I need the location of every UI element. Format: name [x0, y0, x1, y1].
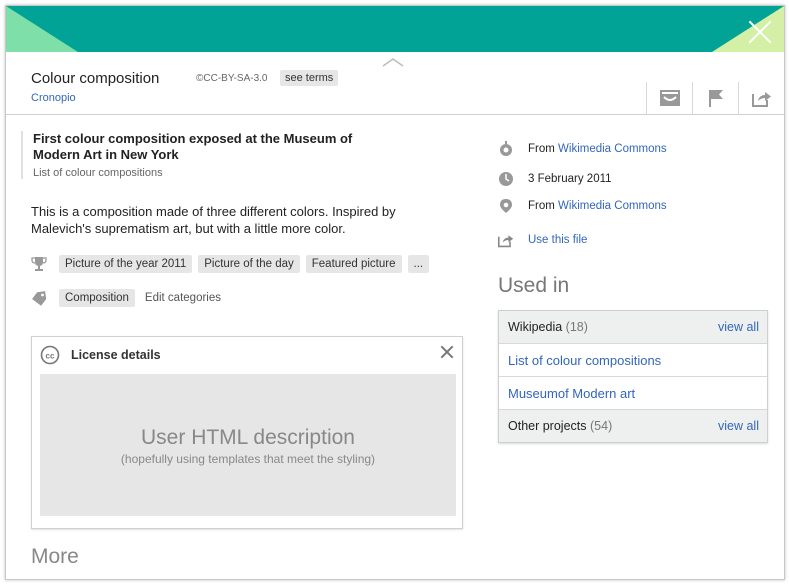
location-link[interactable]: Wikimedia Commons — [558, 200, 667, 212]
used-in-heading: Used in — [498, 274, 570, 297]
view-all-link[interactable]: view all — [718, 320, 759, 334]
location-row: From Wikimedia Commons — [498, 198, 667, 214]
page-title: Colour composition — [31, 70, 160, 87]
more-awards-button[interactable]: ... — [407, 255, 430, 273]
other-projects-header: Other projects (54) view all — [499, 410, 767, 442]
license-badge[interactable]: ©CC-BY-SA-3.0 — [196, 73, 267, 84]
used-in-panel: Wikipedia (18) view all List of colour c… — [498, 310, 768, 443]
description-text: This is a composition made of three diff… — [31, 204, 396, 236]
license-details-panel: cc License details User HTML description… — [31, 336, 463, 529]
metadata-header: Colour composition ©CC-BY-SA-3.0 see ter… — [6, 52, 784, 115]
categories-row: Composition Edit categories — [31, 289, 221, 307]
license-description-area: User HTML description (hopefully using t… — [40, 374, 456, 516]
placeholder-title: User HTML description — [141, 426, 355, 449]
usage-link[interactable]: Museumof Modern art — [508, 386, 635, 401]
award-tag[interactable]: Featured picture — [305, 255, 402, 273]
use-file-row: Use this file — [498, 232, 587, 248]
author-link[interactable]: Cronopio — [31, 92, 76, 104]
usage-link[interactable]: List of colour compositions — [508, 353, 661, 368]
clock-icon — [498, 171, 514, 187]
location-pin-icon — [498, 198, 514, 214]
source-link[interactable]: Wikimedia Commons — [558, 143, 667, 155]
awards-row: Picture of the year 2011 Picture of the … — [31, 255, 435, 273]
share-button[interactable] — [738, 82, 784, 114]
share-icon — [498, 232, 514, 248]
wikipedia-usage-header: Wikipedia (18) view all — [499, 311, 767, 344]
date-text: 3 February 2011 — [528, 173, 612, 185]
placeholder-subtitle: (hopefully using templates that meet the… — [120, 452, 376, 466]
award-tag[interactable]: Picture of the year 2011 — [59, 255, 193, 273]
view-all-link[interactable]: view all — [718, 419, 759, 433]
close-icon[interactable] — [748, 20, 772, 44]
category-tag[interactable]: Composition — [59, 289, 135, 307]
description-title: First colour composition exposed at the … — [33, 131, 353, 162]
list-item[interactable]: Museumof Modern art — [499, 377, 767, 410]
flag-icon — [708, 90, 723, 107]
more-heading: More — [31, 545, 79, 568]
tag-icon — [32, 291, 47, 306]
source-row: From Wikimedia Commons — [498, 141, 667, 157]
list-item[interactable]: List of colour compositions — [499, 344, 767, 377]
award-tag[interactable]: Picture of the day — [198, 255, 300, 273]
media-viewer-panel: Colour composition ©CC-BY-SA-3.0 see ter… — [5, 5, 785, 580]
trophy-icon — [31, 257, 47, 271]
creative-commons-icon: cc — [40, 345, 60, 365]
banner-decoration-left — [6, 6, 78, 52]
reuse-button[interactable] — [646, 82, 692, 114]
svg-text:cc: cc — [46, 352, 55, 361]
edit-categories-link[interactable]: Edit categories — [145, 292, 221, 304]
see-terms-button[interactable]: see terms — [280, 70, 339, 86]
report-button[interactable] — [692, 82, 738, 114]
description-subtitle: List of colour compositions — [33, 167, 163, 179]
image-banner — [6, 6, 784, 52]
reuse-icon — [659, 90, 680, 106]
image-description-block: First colour composition exposed at the … — [21, 131, 393, 179]
share-icon — [751, 92, 771, 107]
source-icon — [498, 141, 514, 157]
date-row: 3 February 2011 — [498, 171, 612, 187]
close-icon[interactable] — [440, 345, 454, 359]
action-toolbar — [646, 82, 784, 114]
license-details-title: License details — [71, 348, 161, 362]
use-this-file-link[interactable]: Use this file — [528, 234, 587, 246]
